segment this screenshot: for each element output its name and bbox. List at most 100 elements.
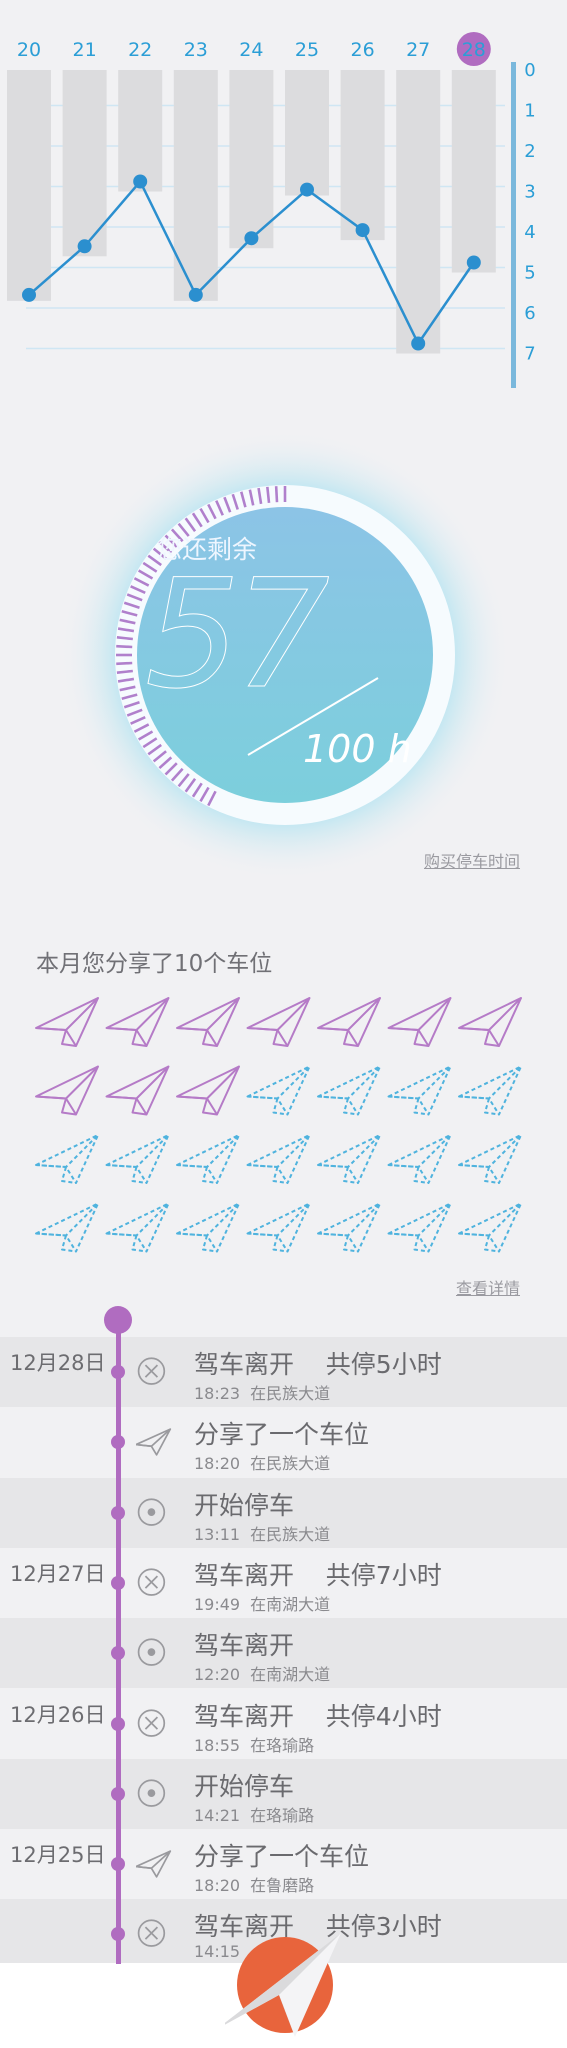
available-plane-icon (317, 1134, 381, 1184)
timeline-subtitle: 13:11 在民族大道 (194, 1521, 330, 1545)
data-point-28 (466, 255, 481, 270)
buy-parking-time-link[interactable]: 购买停车时间 (424, 848, 520, 872)
available-plane-icon (35, 1134, 99, 1184)
timeline-place: 在珞瑜路 (250, 1735, 315, 1755)
timeline-subtitle: 18:20 在鲁磨路 (194, 1872, 314, 1896)
y-tick-label: 0 (524, 60, 535, 81)
timeline-place: 在民族大道 (250, 1454, 331, 1474)
timeline-dot (111, 1857, 125, 1872)
y-tick-label: 5 (524, 263, 535, 284)
timeline-row[interactable]: 驾车离开 12:20 在南湖大道 (0, 1618, 567, 1689)
timeline-row[interactable]: 分享了一个车位 18:20 在民族大道 (0, 1407, 567, 1477)
available-plane-icon (246, 1065, 311, 1116)
elapsed-tick (266, 486, 271, 503)
data-point-22 (133, 174, 148, 189)
remaining-total: 100 h (303, 727, 412, 771)
elapsed-tick (116, 669, 133, 674)
timeline-title: 驾车离开 共停7小时 (194, 1560, 442, 1590)
available-plane-icon (458, 1202, 522, 1253)
available-plane-icon (246, 1134, 311, 1184)
data-point-21 (77, 239, 92, 254)
elapsed-tick (116, 636, 133, 641)
timeline-title: 驾车离开 共停4小时 (194, 1701, 442, 1731)
timeline-title: 驾车离开 (194, 1631, 295, 1661)
y-tick-label: 6 (524, 303, 535, 324)
timeline-title: 驾车离开 共停5小时 (194, 1350, 442, 1379)
close-icon (137, 1568, 166, 1596)
day-label-23: 23 (184, 39, 208, 61)
timeline-start-dot (104, 1306, 132, 1334)
data-point-26 (355, 223, 370, 238)
timeline-row[interactable]: 12月25日 分享了一个车位 18:20 在鲁磨路 (0, 1829, 567, 1899)
timeline-row[interactable]: 12月26日 驾车离开 共停4小时 18:55 在珞瑜路 (0, 1689, 567, 1759)
timeline-place: 在鲁磨路 (250, 1876, 315, 1896)
available-plane-icon (458, 1065, 522, 1116)
timeline-time: 18:20 (194, 1876, 241, 1896)
bar-26 (340, 70, 385, 241)
y-tick-label: 1 (524, 101, 535, 122)
timeline-time: 13:11 (194, 1524, 241, 1544)
timeline-subtitle: 18:20 在民族大道 (194, 1450, 330, 1474)
timeline-row[interactable]: 12月28日 驾车离开 共停5小时 18:23 在民族大道 (0, 1337, 567, 1407)
available-plane-icon (105, 1134, 170, 1184)
share-fab-button[interactable] (225, 1925, 345, 2048)
remaining-value: 57 (145, 548, 331, 722)
shared-plane-icon (317, 997, 381, 1047)
timeline-date: 12月25日 (10, 1843, 106, 1868)
timeline-time: 18:23 (194, 1384, 241, 1403)
close-icon (137, 1708, 166, 1737)
timeline-title: 分享了一个车位 (194, 1420, 370, 1450)
timeline-subtitle: 14:21 在珞瑜路 (194, 1802, 314, 1826)
timeline-subtitle: 19:49 在南湖大道 (194, 1591, 330, 1615)
day-label-24: 24 (239, 39, 263, 61)
timeline-date: 12月26日 (10, 1702, 106, 1727)
timeline-place: 在民族大道 (250, 1524, 331, 1544)
paper-plane-icon (136, 1428, 172, 1457)
shared-plane-icon (246, 997, 311, 1047)
bar-25 (285, 70, 329, 196)
shared-plane-icon (176, 997, 240, 1047)
view-details-link[interactable]: 查看详情 (456, 1275, 520, 1299)
target-icon (137, 1638, 166, 1667)
available-plane-icon (458, 1134, 522, 1184)
timeline-row[interactable]: 开始停车 14:21 在珞瑜路 (0, 1758, 567, 1829)
bar-22 (118, 70, 163, 192)
bar-28 (451, 70, 496, 273)
shared-plane-icon (35, 1065, 99, 1116)
timeline-dot (111, 1575, 125, 1590)
day-label-21: 21 (73, 39, 97, 61)
bar-24 (229, 70, 274, 249)
target-icon (137, 1498, 166, 1526)
shared-plane-icon (458, 997, 522, 1047)
timeline-row[interactable]: 12月27日 驾车离开 共停7小时 19:49 在南湖大道 (0, 1548, 567, 1618)
shared-slots-grid (35, 997, 522, 1253)
close-icon (137, 1919, 166, 1948)
available-plane-icon (317, 1065, 381, 1116)
timeline-time: 19:49 (194, 1594, 241, 1614)
available-plane-icon (317, 1202, 381, 1253)
day-label-28: 28 (462, 39, 486, 61)
available-plane-icon (35, 1202, 99, 1253)
paper-plane-icon (136, 1850, 172, 1878)
day-label-25: 25 (295, 39, 319, 61)
timeline-time: 14:21 (194, 1805, 241, 1825)
timeline-dot (111, 1786, 125, 1801)
shared-plane-icon (176, 1065, 240, 1116)
parking-hours-chart: 0123456720 21 22 23 24 25 26 27 28 (7, 32, 536, 388)
share-summary-title: 本月您分享了10个车位 (36, 951, 273, 977)
y-tick-label: 3 (524, 182, 535, 203)
timeline-dot (111, 1505, 125, 1520)
y-tick-label: 2 (524, 141, 535, 162)
timeline-title: 开始停车 (194, 1771, 295, 1801)
data-point-27 (411, 336, 426, 351)
data-point-25 (300, 182, 314, 197)
timeline-row[interactable]: 开始停车 13:11 在民族大道 (0, 1477, 567, 1548)
available-plane-icon (176, 1202, 240, 1253)
timeline-title: 分享了一个车位 (194, 1842, 370, 1872)
elapsed-tick (274, 486, 279, 503)
elapsed-tick (116, 661, 133, 666)
day-label-22: 22 (128, 39, 152, 61)
timeline-subtitle: 12:20 在南湖大道 (194, 1661, 330, 1685)
available-plane-icon (246, 1202, 311, 1253)
shared-plane-icon (387, 997, 452, 1047)
